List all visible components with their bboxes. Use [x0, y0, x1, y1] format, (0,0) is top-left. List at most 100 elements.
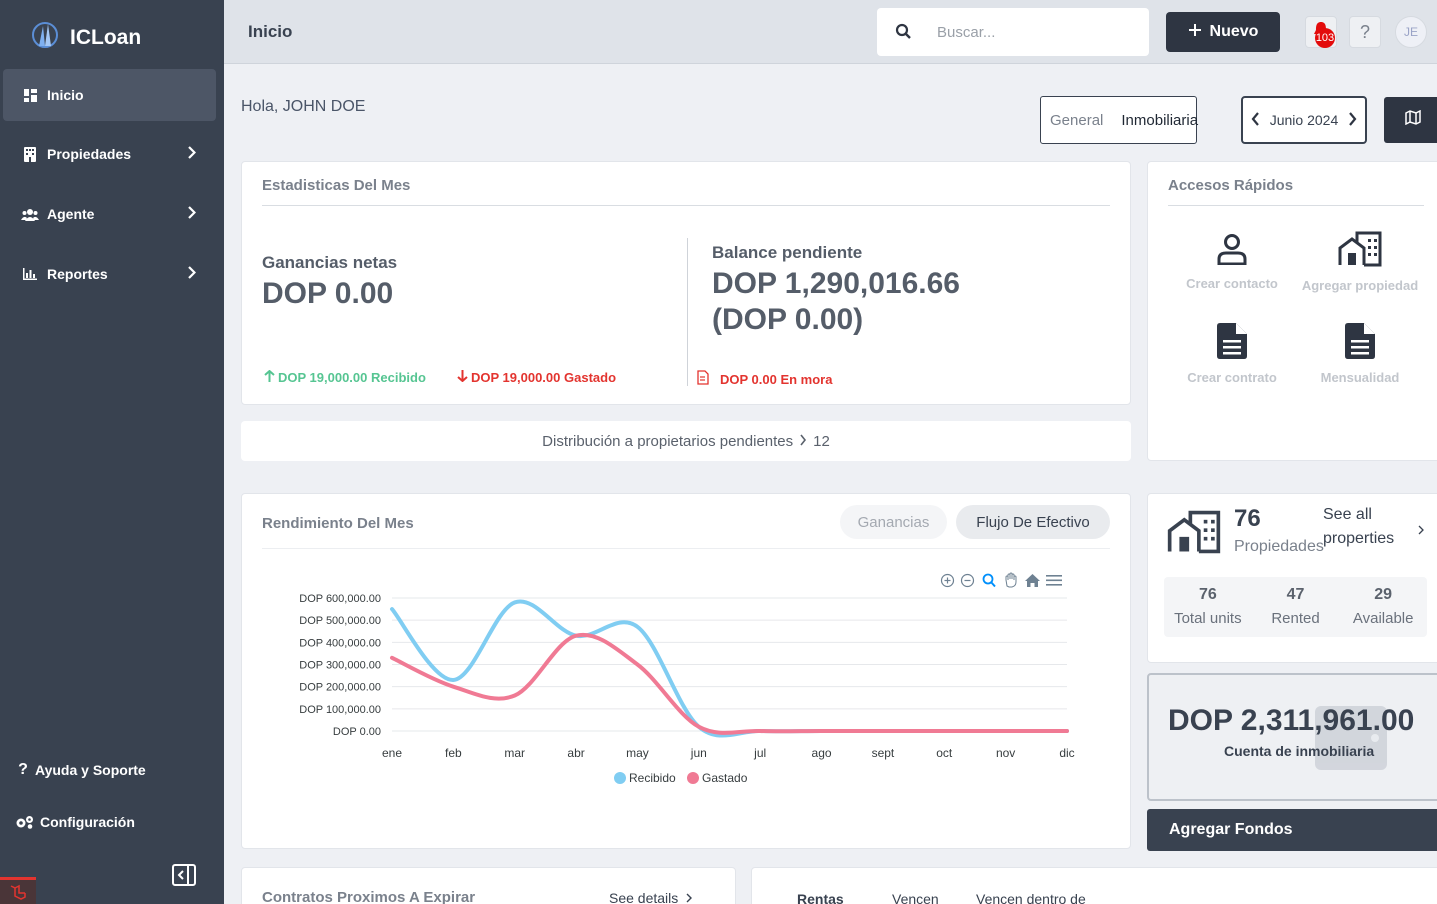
logo-icon — [30, 20, 60, 55]
spent-stat: DOP 19,000.00 Gastado — [457, 370, 616, 385]
stats-divider — [687, 238, 688, 386]
quick-access-label: Crear contrato — [1187, 370, 1277, 385]
tab-vencen-dentro-de[interactable]: Vencen dentro de — [976, 891, 1086, 904]
sidebar-item-agente[interactable]: Agente — [3, 188, 216, 240]
series-line-gastado — [390, 632, 1069, 735]
unit-label: Rented — [1271, 610, 1320, 627]
sidebar-item-label: Propiedades — [47, 146, 132, 162]
search-icon — [895, 23, 912, 45]
add-funds-button[interactable]: Agregar Fondos — [1147, 809, 1437, 851]
notifications-button[interactable]: 103 — [1305, 16, 1337, 48]
y-tick-label: DOP 0.00 — [333, 726, 381, 738]
dashboard-icon — [21, 88, 39, 102]
search-input[interactable] — [937, 21, 1137, 43]
chevron-right-icon — [799, 433, 807, 450]
top-header: Inicio Nuevo 103 ? JE — [224, 0, 1437, 64]
quick-access-label: Crear contacto — [1186, 276, 1278, 291]
unit-value: 76 — [1198, 586, 1217, 603]
quick-monthly-payment[interactable]: Mensualidad — [1295, 323, 1425, 385]
distribution-count: 12 — [813, 432, 830, 450]
net-income-label: Ganancias netas — [262, 253, 398, 272]
users-icon — [21, 208, 39, 221]
distribution-label: Distribución a propietarios pendientes — [542, 432, 794, 450]
pending-balance-value: DOP 1,290,016.66 — [712, 267, 960, 300]
sidebar-item-ayuda[interactable]: ? Ayuda y Soporte — [3, 744, 216, 796]
collapse-sidebar-icon[interactable] — [172, 864, 196, 891]
question-icon: ? — [18, 761, 28, 778]
stats-card-title: Estadisticas Del Mes — [262, 177, 411, 194]
tab-ganancias[interactable]: Ganancias — [840, 505, 947, 539]
month-label[interactable]: Junio 2024 — [1270, 112, 1339, 128]
map-icon — [1405, 109, 1421, 130]
sidebar-item-label: Inicio — [47, 87, 84, 103]
gears-icon — [14, 815, 34, 829]
divider — [262, 205, 1110, 206]
x-tick-label: oct — [936, 746, 953, 760]
month-picker: Junio 2024 — [1241, 96, 1367, 144]
cash-flow-chart: DOP 600,000.00 DOP 500,000.00 DOP 400,000.… — [299, 593, 1074, 785]
unit-value: 29 — [1374, 586, 1393, 603]
building-icon — [1166, 510, 1222, 559]
divider — [1168, 205, 1424, 206]
tab-vencen[interactable]: Vencen — [892, 891, 939, 904]
distribution-bar[interactable]: Distribución a propietarios pendientes 1… — [241, 421, 1131, 461]
chevron-right-icon — [188, 206, 197, 222]
sidebar-item-reportes[interactable]: Reportes — [3, 248, 216, 300]
map-button[interactable] — [1384, 97, 1437, 143]
overdue-value: DOP 0.00 En mora — [720, 371, 833, 387]
sidebar-item-label: Agente — [47, 206, 95, 222]
received-value: DOP 19,000.00 Recibido — [278, 370, 426, 385]
pending-balance-sub: (DOP 0.00) — [712, 303, 864, 336]
view-toggle: General Inmobiliaria — [1040, 96, 1198, 144]
new-button-label: Nuevo — [1209, 23, 1259, 40]
help-button[interactable]: ? — [1349, 16, 1381, 48]
account-balance-label: Cuenta de inmobiliaria — [1224, 743, 1375, 759]
sidebar-item-propiedades[interactable]: Propiedades — [3, 128, 216, 180]
page-title: Inicio — [248, 22, 293, 41]
avatar[interactable]: JE — [1395, 16, 1427, 48]
sidebar-item-configuracion[interactable]: Configuración — [3, 796, 216, 848]
see-details-link[interactable]: See details — [609, 890, 693, 904]
tab-rentas[interactable]: Rentas — [797, 891, 844, 904]
legend-label: Recibido — [629, 771, 676, 785]
x-tick-label: jun — [690, 746, 707, 760]
x-tick-label: sept — [872, 746, 895, 760]
units-rented: 47 Rented — [1252, 577, 1340, 637]
units-summary: 76 Total units 47 Rented 29 Available — [1164, 577, 1427, 637]
quick-access-label: Mensualidad — [1320, 370, 1400, 385]
see-all-properties-link[interactable]: See all properties — [1323, 503, 1411, 551]
y-tick-label: DOP 300,000.00 — [299, 660, 381, 672]
x-tick-label: mar — [504, 746, 525, 760]
quick-access-card: Accesos Rápidos Crear contacto Agregar p… — [1147, 161, 1437, 461]
chevron-right-icon[interactable] — [1418, 522, 1424, 540]
toggle-general[interactable]: General — [1041, 112, 1112, 129]
chevron-left-icon[interactable] — [1251, 111, 1260, 129]
y-tick-label: DOP 500,000.00 — [299, 615, 381, 627]
new-button[interactable]: Nuevo — [1166, 12, 1280, 52]
performance-card: Rendimiento Del Mes Ganancias Flujo De E… — [241, 493, 1131, 849]
debug-bar-icon[interactable] — [0, 877, 36, 904]
pending-balance-label: Balance pendiente — [712, 243, 863, 262]
sidebar-item-inicio[interactable]: Inicio — [3, 69, 216, 121]
search-box[interactable] — [877, 8, 1149, 56]
quick-create-contact[interactable]: Crear contacto — [1167, 233, 1297, 291]
spent-value: DOP 19,000.00 Gastado — [471, 370, 617, 385]
account-balance-card: DOP 2,311,961.00 Cuenta de inmobiliaria — [1147, 673, 1437, 801]
sidebar-item-label: Configuración — [40, 814, 135, 830]
tab-flujo-de-efectivo[interactable]: Flujo De Efectivo — [956, 505, 1110, 539]
svg-text:!: ! — [707, 379, 709, 385]
file-icon — [1345, 323, 1375, 363]
brand[interactable]: ICLoan — [30, 20, 141, 55]
quick-create-contract[interactable]: Crear contrato — [1167, 323, 1297, 385]
quick-access-title: Accesos Rápidos — [1168, 177, 1294, 194]
quick-add-property[interactable]: Agregar propiedad — [1295, 231, 1425, 293]
x-tick-label: dic — [1059, 746, 1074, 760]
toggle-inmobiliaria[interactable]: Inmobiliaria — [1112, 112, 1207, 129]
stats-card: Estadisticas Del Mes Ganancias netas DOP… — [241, 161, 1131, 405]
quick-access-label: Agregar propiedad — [1301, 278, 1419, 293]
x-tick-label: ago — [812, 746, 832, 760]
chevron-right-icon[interactable] — [1348, 111, 1357, 129]
contracts-title: Contratos Proximos A Expirar — [262, 889, 476, 904]
units-available: 29 Available — [1339, 577, 1427, 637]
chart-bar-icon — [21, 268, 39, 280]
